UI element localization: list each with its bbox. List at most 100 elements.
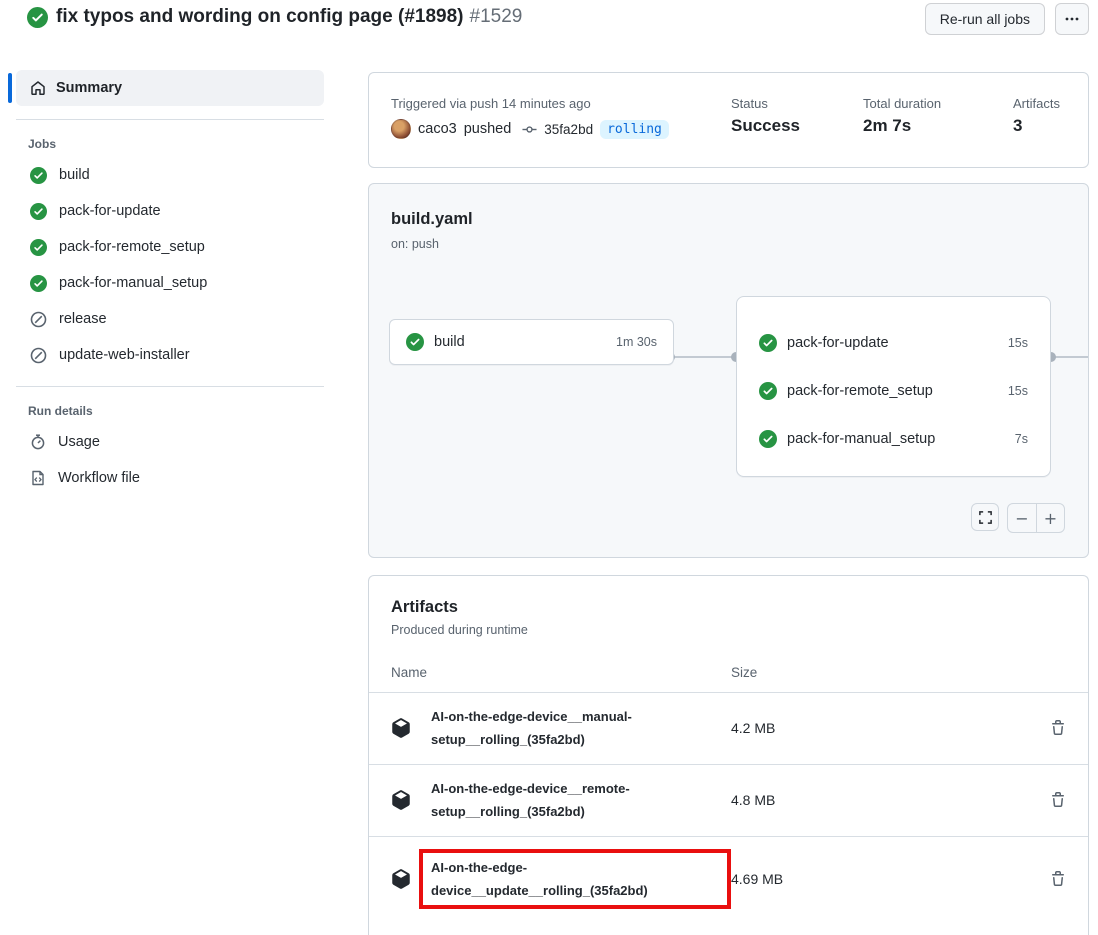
job-label: build xyxy=(59,167,90,183)
check-circle-icon xyxy=(759,430,777,448)
check-circle-icon xyxy=(759,382,777,400)
zoom-out-button[interactable]: − xyxy=(1008,504,1036,532)
artifact-name-link[interactable]: AI-on-the-edge-device__manual-setup__rol… xyxy=(431,709,632,747)
sidebar-job-build[interactable]: build xyxy=(0,157,340,193)
run-summary-card: Triggered via push 14 minutes ago caco3 … xyxy=(368,72,1089,168)
job-label: pack-for-remote_setup xyxy=(59,239,205,255)
job-label: pack-for-manual_setup xyxy=(787,431,935,447)
delete-artifact-button[interactable] xyxy=(1050,792,1066,808)
job-label: pack-for-update xyxy=(787,335,889,351)
fit-view-button[interactable] xyxy=(971,503,999,531)
run-success-icon xyxy=(27,7,48,28)
package-icon xyxy=(391,790,431,810)
check-circle-icon xyxy=(30,239,47,256)
divider xyxy=(16,386,324,387)
usage-label: Usage xyxy=(58,434,100,450)
zoom-control: − + xyxy=(1007,503,1065,533)
column-header-size: Size xyxy=(731,665,1026,680)
job-label: pack-for-update xyxy=(59,203,161,219)
sidebar-item-usage[interactable]: Usage xyxy=(0,424,340,460)
skipped-icon xyxy=(30,311,47,328)
connector-line xyxy=(1051,356,1089,358)
rerun-all-jobs-button[interactable]: Re-run all jobs xyxy=(925,3,1045,35)
run-title: fix typos and wording on config page (#1… xyxy=(56,6,464,27)
check-circle-icon xyxy=(30,203,47,220)
divider xyxy=(16,119,324,120)
artifact-size: 4.69 MB xyxy=(731,871,1026,887)
workflow-graph-card: build.yaml on: push build 1m 30s pack-fo… xyxy=(368,183,1089,558)
graph-node-build[interactable]: build 1m 30s xyxy=(389,319,674,365)
artifacts-count-label: Artifacts xyxy=(1013,96,1060,111)
artifact-size: 4.8 MB xyxy=(731,792,1026,808)
zoom-in-button[interactable]: + xyxy=(1036,504,1064,532)
sidebar: Summary Jobs build pack-for-update pack-… xyxy=(0,62,340,496)
push-action: pushed xyxy=(464,121,512,137)
check-circle-icon xyxy=(30,167,47,184)
job-label: release xyxy=(59,311,107,327)
branch-badge[interactable]: rolling xyxy=(600,120,669,139)
delete-artifact-button[interactable] xyxy=(1050,720,1066,736)
artifact-size: 4.2 MB xyxy=(731,720,1026,736)
duration-value: 2m 7s xyxy=(863,116,941,136)
artifact-name-link-highlighted[interactable]: AI-on-the-edge-device__update__rolling_(… xyxy=(419,849,731,910)
check-circle-icon xyxy=(30,275,47,292)
page-title: fix typos and wording on config page (#1… xyxy=(56,6,522,28)
column-header-name: Name xyxy=(391,665,731,680)
graph-node-pack-for-manual-setup[interactable]: pack-for-manual_setup 7s xyxy=(737,415,1050,463)
skipped-icon xyxy=(30,347,47,364)
workflow-file-name: build.yaml xyxy=(391,210,473,229)
graph-node-pack-for-update[interactable]: pack-for-update 15s xyxy=(737,319,1050,367)
avatar[interactable] xyxy=(391,119,411,139)
workflow-file-label: Workflow file xyxy=(58,470,140,486)
graph-node-pack-group: pack-for-update 15s pack-for-remote_setu… xyxy=(736,296,1051,477)
workflow-trigger: on: push xyxy=(391,237,439,251)
run-details-section-label: Run details xyxy=(28,404,340,418)
sidebar-item-summary[interactable]: Summary xyxy=(16,70,324,106)
artifacts-card: Artifacts Produced during runtime Name S… xyxy=(368,575,1089,935)
job-label: pack-for-manual_setup xyxy=(59,275,207,291)
artifacts-subtitle: Produced during runtime xyxy=(391,623,1066,637)
duration-label: Total duration xyxy=(863,96,941,111)
job-label: update-web-installer xyxy=(59,347,190,363)
job-duration: 15s xyxy=(1008,384,1028,398)
sidebar-job-release[interactable]: release xyxy=(0,301,340,337)
artifact-name-link[interactable]: AI-on-the-edge-device__remote-setup__rol… xyxy=(431,781,630,819)
jobs-section-label: Jobs xyxy=(28,137,340,151)
artifact-row: AI-on-the-edge-device__manual-setup__rol… xyxy=(369,692,1088,764)
status-label: Status xyxy=(731,96,800,111)
stopwatch-icon xyxy=(30,434,46,450)
delete-artifact-button[interactable] xyxy=(1050,871,1066,887)
sidebar-item-workflow-file[interactable]: Workflow file xyxy=(0,460,340,496)
job-duration: 15s xyxy=(1008,336,1028,350)
commit-sha[interactable]: 35fa2bd xyxy=(544,122,593,137)
artifact-row: AI-on-the-edge-device__remote-setup__rol… xyxy=(369,764,1088,836)
sidebar-job-pack-for-manual-setup[interactable]: pack-for-manual_setup xyxy=(0,265,340,301)
sidebar-job-update-web-installer[interactable]: update-web-installer xyxy=(0,337,340,373)
package-icon xyxy=(391,718,431,738)
job-label: pack-for-remote_setup xyxy=(787,383,933,399)
check-circle-icon xyxy=(759,334,777,352)
artifacts-title: Artifacts xyxy=(391,598,1066,617)
active-tab-accent-bar xyxy=(8,73,12,103)
run-number: #1529 xyxy=(470,6,523,27)
expand-icon xyxy=(978,510,993,525)
file-code-icon xyxy=(30,470,46,486)
artifact-row: AI-on-the-edge-device__update__rolling_(… xyxy=(369,836,1088,922)
home-icon xyxy=(30,80,46,96)
sidebar-job-pack-for-update[interactable]: pack-for-update xyxy=(0,193,340,229)
actor-name[interactable]: caco3 xyxy=(418,121,457,137)
connector-line xyxy=(669,356,737,358)
run-header: fix typos and wording on config page (#1… xyxy=(0,0,1098,56)
more-options-button[interactable] xyxy=(1055,3,1089,35)
commit-icon xyxy=(522,122,537,137)
summary-label: Summary xyxy=(56,80,122,96)
status-value: Success xyxy=(731,116,800,136)
sidebar-job-pack-for-remote-setup[interactable]: pack-for-remote_setup xyxy=(0,229,340,265)
job-label: build xyxy=(434,334,465,350)
trigger-line: Triggered via push 14 minutes ago xyxy=(391,96,669,111)
kebab-icon xyxy=(1064,11,1080,27)
check-circle-icon xyxy=(406,333,424,351)
graph-node-pack-for-remote-setup[interactable]: pack-for-remote_setup 15s xyxy=(737,367,1050,415)
job-duration: 1m 30s xyxy=(616,335,657,349)
artifacts-count-value: 3 xyxy=(1013,116,1060,136)
